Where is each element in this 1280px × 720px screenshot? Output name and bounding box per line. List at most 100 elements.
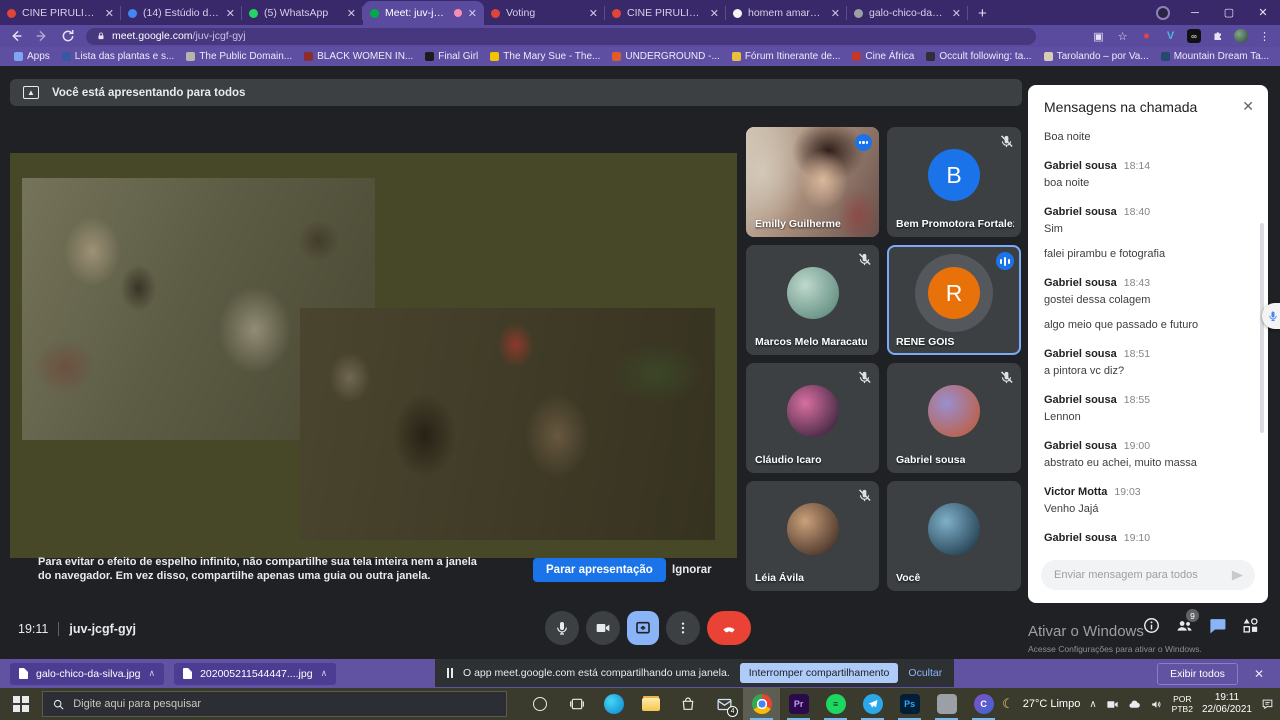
bookmark-item-10[interactable]: Tarolando – por Va... — [1038, 51, 1155, 62]
bookmark-item-5[interactable]: The Mary Sue - The... — [484, 51, 606, 62]
tab-close-icon[interactable]: ✕ — [226, 7, 235, 20]
taskbar-app-chrome[interactable] — [743, 688, 780, 720]
minimize-button[interactable]: ─ — [1178, 0, 1212, 25]
language-indicator[interactable]: POR PTB2 — [1172, 694, 1193, 714]
extensions-puzzle-icon[interactable] — [1210, 29, 1225, 44]
tab-close-icon[interactable]: ✕ — [347, 7, 356, 20]
tab-close-icon[interactable]: ✕ — [710, 7, 719, 20]
tab-close-icon[interactable]: ✕ — [952, 7, 961, 20]
bookmark-item-4[interactable]: Final Girl — [419, 51, 484, 62]
taskbar-app-microsoft-store[interactable] — [669, 688, 706, 720]
participant-tile-0[interactable]: Emilly Guilherme — [746, 127, 879, 237]
present-button[interactable] — [627, 611, 659, 645]
volume-icon[interactable] — [1150, 698, 1163, 711]
participant-tile-2[interactable]: Marcos Melo Maracatu — [746, 245, 879, 355]
download-chip-1[interactable]: 202005211544447....jpg∧ — [174, 663, 336, 685]
download-chevron-icon[interactable]: ∧ — [321, 668, 328, 679]
new-tab-button[interactable]: + — [968, 5, 997, 25]
browser-tab-0[interactable]: CINE PIRULITO - o que gos✕ — [0, 1, 121, 25]
page-action-icon[interactable]: ▣ — [1091, 29, 1106, 44]
onedrive-cloud-icon[interactable] — [1128, 698, 1141, 711]
close-window-button[interactable]: ✕ — [1246, 0, 1280, 25]
stop-presenting-button[interactable]: Parar apresentação — [533, 558, 666, 582]
tab-close-icon[interactable]: ✕ — [589, 7, 598, 20]
bookmark-item-0[interactable]: Apps — [8, 51, 56, 62]
taskbar-app-clip-app[interactable]: C — [965, 688, 1002, 720]
record-extension-icon[interactable]: ● — [1139, 29, 1154, 44]
camera-button[interactable] — [586, 611, 620, 645]
mic-button[interactable] — [545, 611, 579, 645]
dark-extension-icon[interactable]: ∞ — [1187, 29, 1201, 43]
taskbar-search-input[interactable] — [73, 698, 497, 710]
ignore-button[interactable]: Ignorar — [664, 558, 720, 582]
tray-chevron-up-icon[interactable]: ∧ — [1089, 699, 1096, 710]
meeting-details-icon[interactable] — [1142, 616, 1161, 635]
download-chevron-icon[interactable]: ∧ — [148, 668, 155, 679]
taskbar-app-cortana[interactable] — [521, 688, 558, 720]
more-options-button[interactable] — [666, 611, 700, 645]
participant-tile-5[interactable]: Gabriel sousa — [887, 363, 1021, 473]
forward-icon[interactable] — [34, 28, 50, 44]
chat-toggle-icon[interactable] — [1208, 616, 1227, 635]
taskbar-app-edge[interactable] — [595, 688, 632, 720]
maximize-button[interactable]: ▢ — [1212, 0, 1246, 25]
vimeo-extension-icon[interactable]: V — [1163, 29, 1178, 44]
browser-tab-3[interactable]: Meet: juv-jcgf-gyj✕ — [363, 1, 484, 25]
bookmark-item-2[interactable]: The Public Domain... — [180, 51, 298, 62]
participant-tile-3[interactable]: RRENE GOIS — [887, 245, 1021, 355]
download-chip-0[interactable]: galo-chico-da-silva.jpg∧ — [10, 663, 164, 685]
bookmark-item-8[interactable]: Cine África — [846, 51, 920, 62]
start-button[interactable] — [0, 688, 42, 720]
taskbar-clock[interactable]: 19:11 22/06/2021 — [1202, 692, 1252, 716]
taskbar-search[interactable] — [42, 691, 507, 717]
stop-sharing-button[interactable]: Interromper compartilhamento — [740, 663, 899, 683]
browser-tab-2[interactable]: (5) WhatsApp✕ — [242, 1, 363, 25]
activities-icon[interactable] — [1241, 616, 1260, 635]
downloads-bar-close-icon[interactable]: ✕ — [1254, 667, 1264, 681]
weather-text[interactable]: 27°C Limpo — [1023, 698, 1081, 710]
bookmark-item-9[interactable]: Occult following: ta... — [920, 51, 1037, 62]
bookmark-item-6[interactable]: UNDERGROUND -... — [606, 51, 725, 62]
taskbar-app-mail[interactable]: 4 — [706, 688, 743, 720]
action-center-icon[interactable] — [1261, 698, 1274, 711]
browser-tab-6[interactable]: homem amarelo - Pesquisa✕ — [726, 1, 847, 25]
taskbar-app-printer-app[interactable] — [928, 688, 965, 720]
tab-close-icon[interactable]: ✕ — [105, 7, 114, 20]
show-all-downloads-button[interactable]: Exibir todos — [1157, 663, 1238, 685]
hide-toast-button[interactable]: Ocultar — [908, 667, 942, 679]
bookmark-item-1[interactable]: Lista das plantas e s... — [56, 51, 181, 62]
tab-close-icon[interactable]: ✕ — [468, 7, 477, 20]
participant-tile-4[interactable]: Cláudio Icaro — [746, 363, 879, 473]
tile-menu-button[interactable] — [855, 134, 872, 151]
bookmark-item-11[interactable]: Mountain Dream Ta... — [1155, 51, 1275, 62]
participant-tile-7[interactable]: Você — [887, 481, 1021, 591]
reload-icon[interactable] — [60, 28, 76, 44]
taskbar-app-telegram[interactable] — [854, 688, 891, 720]
weather-moon-icon[interactable]: ☾ — [1002, 696, 1014, 712]
taskbar-app-premiere-pro[interactable]: Pr — [780, 688, 817, 720]
taskbar-app-spotify[interactable]: ≡ — [817, 688, 854, 720]
bookmark-item-3[interactable]: BLACK WOMEN IN... — [298, 51, 419, 62]
send-icon[interactable] — [1230, 568, 1245, 583]
chat-close-icon[interactable]: ✕ — [1242, 98, 1254, 115]
browser-tab-7[interactable]: galo-chico-da-silva.jpg (47✕ — [847, 1, 968, 25]
browser-tab-1[interactable]: (14) Estúdio de Criação✕ — [121, 1, 242, 25]
bookmarks-overflow-chevron[interactable]: » — [1275, 51, 1280, 62]
tab-close-icon[interactable]: ✕ — [831, 7, 840, 20]
hangup-button[interactable] — [707, 611, 751, 645]
participant-tile-6[interactable]: Léia Ávila — [746, 481, 879, 591]
participant-tile-1[interactable]: BBem Promotora Fortaleza — [887, 127, 1021, 237]
profile-avatar[interactable] — [1234, 29, 1248, 43]
meet-now-icon[interactable] — [1106, 698, 1119, 711]
taskbar-app-file-explorer[interactable] — [632, 688, 669, 720]
browser-tab-5[interactable]: CINE PIRULITO - o que gos✕ — [605, 1, 726, 25]
participants-icon[interactable]: 9 — [1175, 616, 1194, 635]
bookmark-star-icon[interactable]: ☆ — [1115, 29, 1130, 44]
bookmark-item-7[interactable]: Fórum Itinerante de... — [726, 51, 847, 62]
titlebar-profile-icon[interactable] — [1156, 6, 1170, 20]
taskbar-app-photoshop[interactable]: Ps — [891, 688, 928, 720]
taskbar-app-task-view[interactable] — [558, 688, 595, 720]
back-icon[interactable] — [8, 28, 24, 44]
browser-tab-4[interactable]: Voting✕ — [484, 1, 605, 25]
chat-message-input[interactable] — [1054, 569, 1230, 581]
